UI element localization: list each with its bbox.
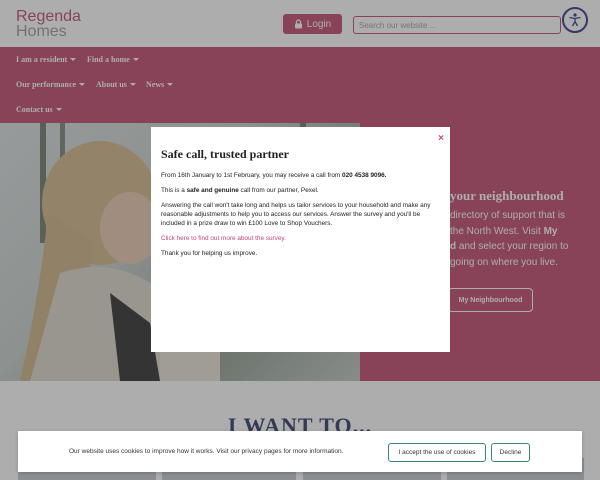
modal-paragraph: Thank you for helping us improve.: [161, 250, 258, 257]
accept-cookies-button[interactable]: I accept the use of cookies: [388, 443, 486, 462]
modal-text: This is a: [161, 187, 187, 194]
cookie-banner: Our website uses cookies to improve how …: [18, 431, 582, 472]
survey-modal: × Safe call, trusted partner From 16th J…: [151, 127, 450, 352]
modal-paragraph: From 16th January to 1st February, you m…: [161, 171, 440, 180]
modal-bold-text: safe and genuine: [186, 187, 239, 194]
modal-text: call from our partner, Pexel.: [238, 187, 319, 194]
decline-cookies-button[interactable]: Decline: [491, 443, 530, 462]
close-icon[interactable]: ×: [438, 133, 444, 144]
modal-paragraph: This is a safe and genuine call from our…: [161, 186, 440, 195]
cookie-message: Our website uses cookies to improve how …: [69, 448, 344, 455]
survey-info-link[interactable]: Click here to find out more about the su…: [161, 234, 440, 243]
modal-phone-number: 020 4538 9096.: [342, 172, 387, 179]
modal-text: From 16th January to 1st February, you m…: [161, 172, 343, 179]
modal-paragraph: Answering the call won't take long and h…: [161, 202, 431, 227]
modal-title: Safe call, trusted partner: [161, 147, 289, 161]
